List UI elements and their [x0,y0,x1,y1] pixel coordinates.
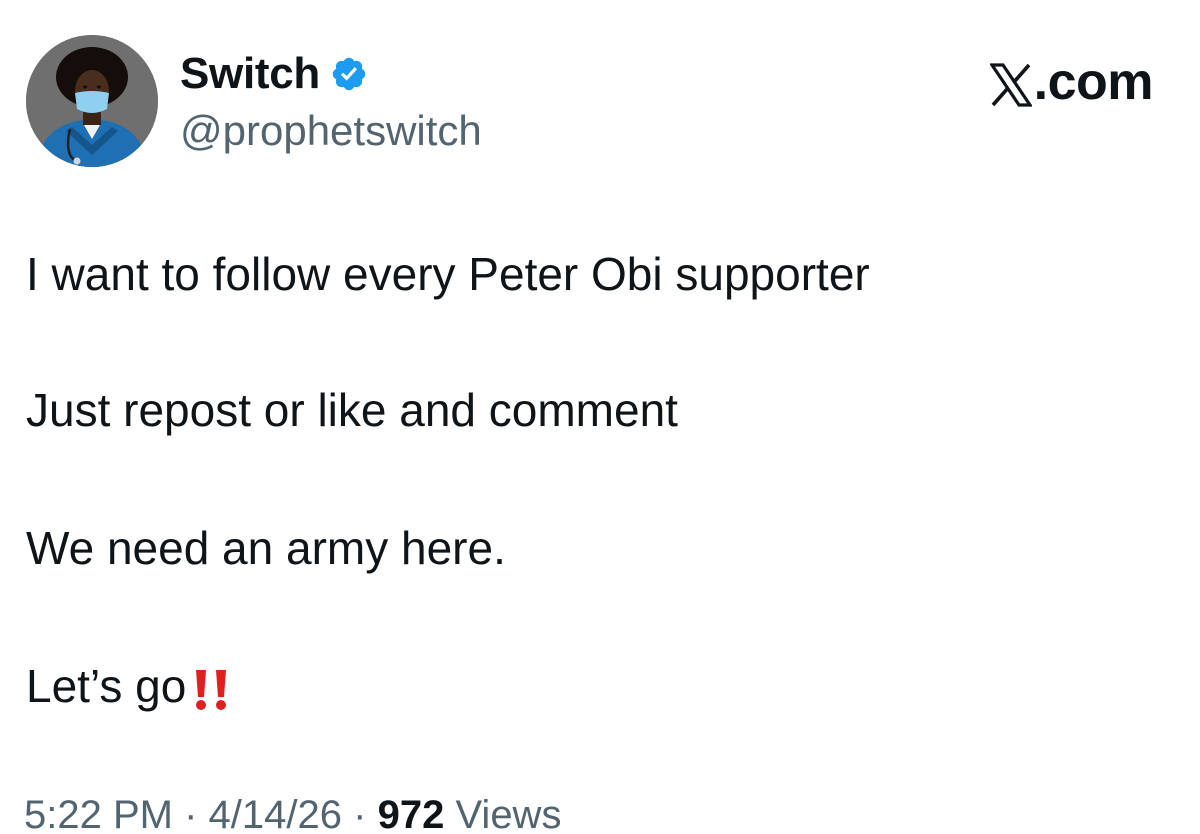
post-meta: 5:22 PM · 4/14/26 · 972 Views [24,790,561,834]
brand-label: .com [1033,53,1154,111]
x-logo-icon [988,60,1033,107]
author-avatar[interactable] [26,35,158,167]
post-date[interactable]: 4/14/26 [209,793,342,834]
double-exclamation-icon [190,668,232,712]
post-text-line-4: Let’s go [26,658,232,714]
author-name-row[interactable]: Switch [180,48,368,100]
author-display-name[interactable]: Switch [180,48,320,100]
meta-separator: · [353,793,367,834]
post-time[interactable]: 5:22 PM [24,793,173,834]
meta-separator: · [184,793,198,834]
views-label[interactable]: Views [455,793,561,834]
brand-watermark: .com [988,52,1154,112]
verified-badge-icon [330,55,368,93]
avatar-person-icon [26,35,158,167]
post-text-line-3: We need an army here. [26,522,506,574]
post-text-line-2: Just repost or like and comment [26,384,678,436]
views-count[interactable]: 972 [378,793,445,834]
post-text-line-4-text: Let’s go [26,660,187,712]
post-card: Switch @prophetswitch .com I want to fol… [0,0,1200,834]
post-text-line-1: I want to follow every Peter Obi support… [26,248,870,300]
author-handle[interactable]: @prophetswitch [180,106,482,156]
